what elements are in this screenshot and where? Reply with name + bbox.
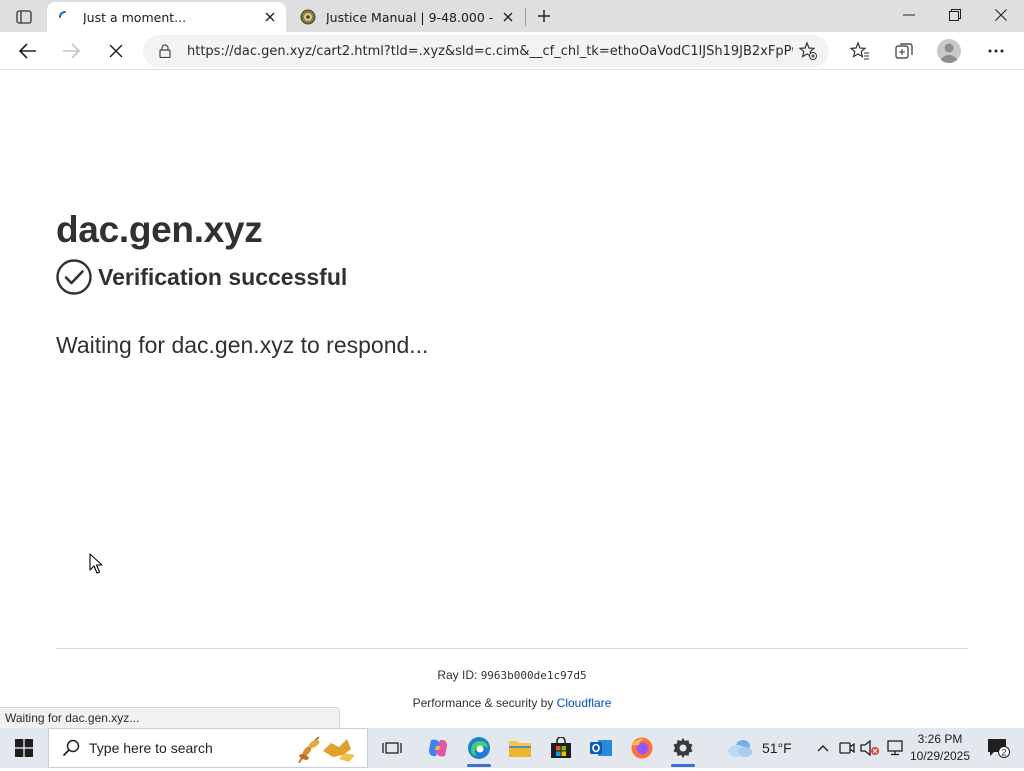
edge-browser-icon[interactable] — [459, 728, 499, 768]
tab-actions-icon[interactable] — [8, 6, 40, 28]
new-tab-icon[interactable] — [532, 4, 556, 28]
loading-spinner-icon — [57, 9, 73, 25]
settings-gear-icon[interactable] — [663, 728, 703, 768]
verification-text: Verification successful — [98, 263, 348, 290]
tab-title: Just a moment... — [83, 9, 187, 25]
tab-just-a-moment[interactable]: Just a moment... — [47, 2, 286, 32]
outlook-icon[interactable] — [581, 728, 621, 768]
collections-icon[interactable] — [889, 36, 919, 66]
copilot-icon[interactable] — [418, 728, 458, 768]
url-text[interactable]: https://dac.gen.xyz/cart2.html?tld=.xyz&… — [187, 44, 793, 59]
waiting-message: Waiting for dac.gen.xyz to respond... — [56, 332, 429, 358]
close-window-icon[interactable] — [978, 0, 1024, 30]
clock-time: 3:26 PM — [917, 732, 963, 746]
mouse-cursor-icon — [89, 553, 103, 575]
taskbar-search-box[interactable]: Type here to search — [48, 728, 368, 768]
weather-widget[interactable]: 51°F — [726, 728, 808, 768]
system-clock[interactable]: 3:26 PM 10/29/2025 — [906, 731, 974, 765]
ray-id-label: Ray ID: — [437, 668, 478, 682]
more-menu-icon[interactable] — [981, 36, 1011, 66]
file-explorer-icon[interactable] — [500, 728, 540, 768]
windows-start-icon[interactable] — [0, 728, 48, 768]
tab-separator — [525, 8, 526, 26]
clock-date: 10/29/2025 — [909, 749, 971, 763]
minimize-icon[interactable] — [886, 0, 932, 30]
volume-muted-icon[interactable] — [859, 728, 881, 768]
browser-toolbar: https://dac.gen.xyz/cart2.html?tld=.xyz&… — [0, 32, 1024, 70]
checkmark-circle-icon — [56, 259, 92, 295]
task-view-icon[interactable] — [372, 728, 412, 768]
notifications-count: 2 — [1001, 748, 1006, 758]
performance-label: Performance & security by — [412, 696, 554, 710]
taskbar: Type here to search 51°F 3:26 PM 10/29/2… — [0, 728, 1024, 768]
stop-loading-icon[interactable] — [101, 36, 131, 66]
page-content: dac.gen.xyz Verification successful Wait… — [0, 71, 1024, 728]
favorites-icon[interactable] — [845, 36, 875, 66]
firefox-icon[interactable] — [622, 728, 662, 768]
tab-bar: Just a moment... Justice Manual | 9-48.0… — [0, 0, 1024, 32]
microsoft-store-icon[interactable] — [541, 728, 581, 768]
tab-justice-manual[interactable]: Justice Manual | 9-48.000 - Comp — [290, 2, 524, 32]
address-bar[interactable]: https://dac.gen.xyz/cart2.html?tld=.xyz&… — [143, 35, 829, 67]
site-title: dac.gen.xyz — [56, 209, 263, 250]
footer-divider — [56, 648, 968, 649]
lock-icon[interactable] — [157, 43, 173, 59]
profile-avatar-icon[interactable] — [937, 39, 961, 63]
restore-icon[interactable] — [932, 0, 978, 30]
add-favorite-icon[interactable] — [793, 36, 823, 66]
weather-temperature: 51°F — [762, 740, 792, 756]
cloudy-weather-icon — [728, 740, 752, 757]
status-bubble: Waiting for dac.gen.xyz... — [0, 707, 340, 728]
forward-icon — [56, 36, 86, 66]
verification-status: Verification successful — [56, 259, 347, 295]
close-tab-icon[interactable] — [498, 7, 518, 27]
search-icon — [61, 738, 81, 758]
close-tab-icon[interactable] — [260, 7, 280, 27]
show-hidden-icons-chevron-up-icon[interactable] — [812, 728, 834, 768]
doj-seal-icon — [300, 9, 316, 25]
network-icon[interactable] — [884, 728, 906, 768]
autumn-leaves-icon — [293, 729, 363, 767]
ray-id-value: 9963b000de1c97d5 — [480, 669, 587, 682]
back-icon[interactable] — [13, 36, 43, 66]
notifications-icon[interactable]: 2 — [978, 728, 1018, 768]
cloudflare-link[interactable]: Cloudflare — [557, 696, 612, 710]
meet-now-icon[interactable] — [836, 728, 858, 768]
ray-id: Ray ID: 9963b000de1c97d5 — [0, 668, 1024, 682]
tab-title: Justice Manual | 9-48.000 - Comp — [326, 9, 498, 25]
search-placeholder: Type here to search — [89, 740, 213, 756]
